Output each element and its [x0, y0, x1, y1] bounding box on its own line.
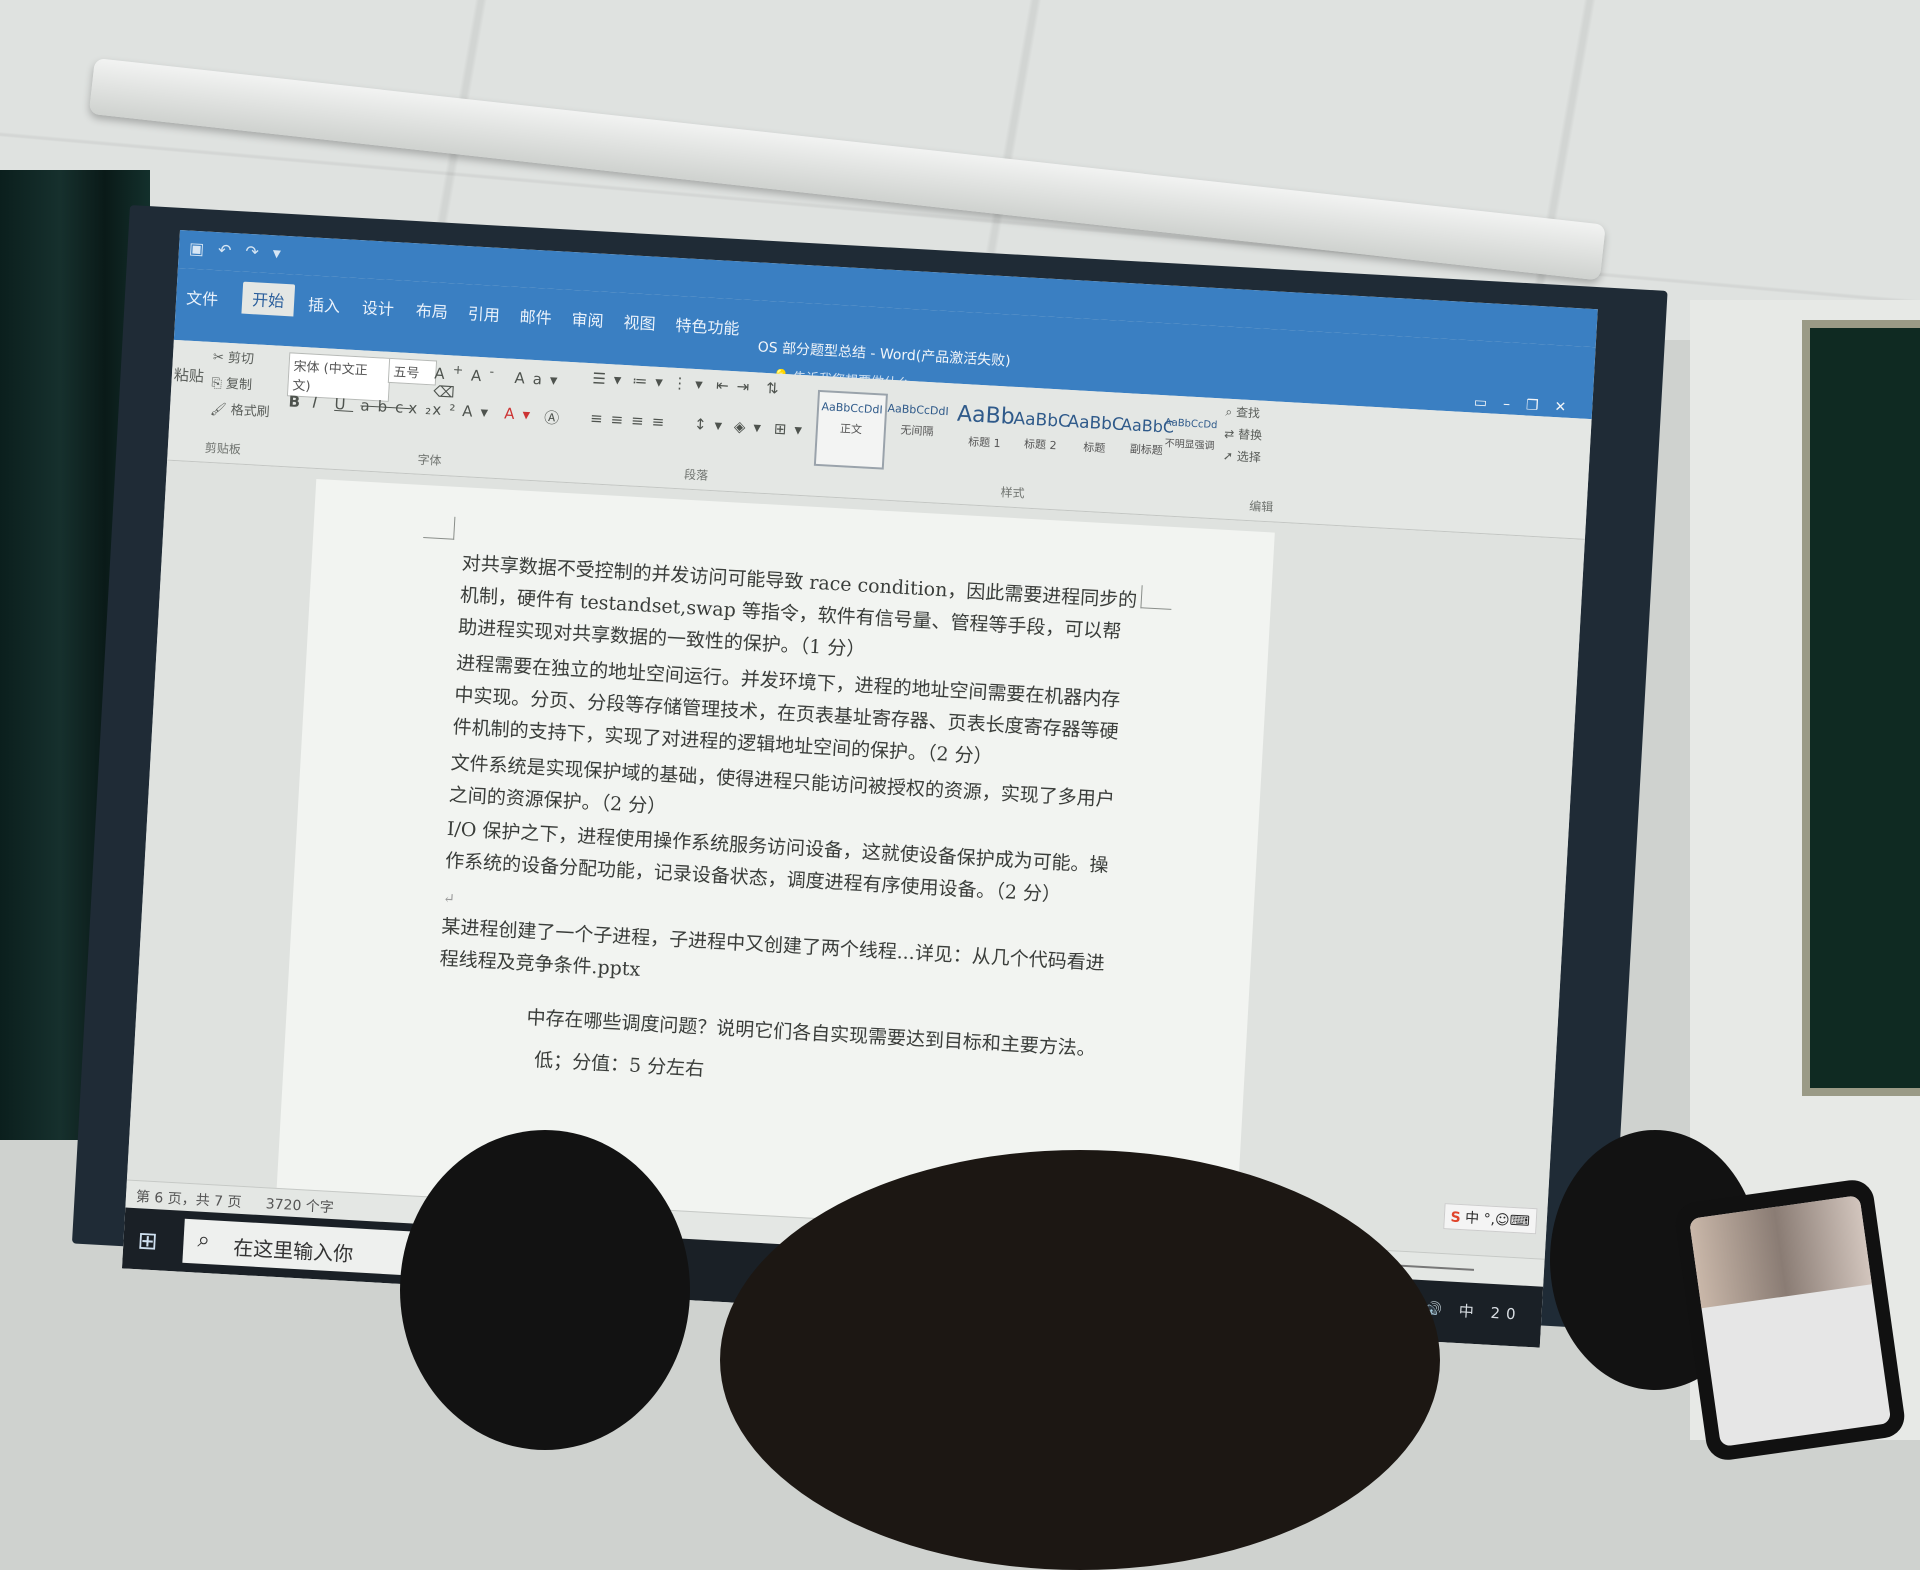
paste-button[interactable]: 粘贴 [173, 364, 204, 387]
cut-label: 剪切 [227, 350, 255, 368]
replace-icon: ⇄ [1223, 426, 1235, 442]
sort-icon[interactable]: ⇅ [766, 379, 788, 398]
format-painter-label: 格式刷 [230, 403, 271, 421]
cut-button[interactable]: ✂ 剪切 [213, 346, 255, 367]
redo-icon[interactable]: ↷ [245, 242, 273, 263]
paragraph-group: ☰▾ ≔▾ ⋮▾ ⇤⇥ ⇅ ≡≡≡≡ ↕▾ ◈▾ ⊞▾ 段落 [581, 363, 817, 496]
styles-group: AaBbCcDdI 正文 AaBbCcDdI 无间隔 AaBb 标题 1 AaB… [812, 376, 1218, 518]
brush-icon: 🖌 [209, 401, 227, 418]
style-subtle-emphasis[interactable]: AaBbCcDd 不明显强调 [1162, 409, 1218, 484]
minimize-icon[interactable]: – [1503, 396, 1527, 413]
format-painter-button[interactable]: 🖌 格式刷 [210, 398, 271, 420]
style-name: 无间隔 [900, 423, 934, 439]
windows-start-icon[interactable]: ⊞ [137, 1226, 159, 1255]
restore-icon[interactable]: ❐ [1526, 397, 1555, 415]
margin-mark-left [423, 515, 456, 540]
copy-icon: ⎘ [211, 376, 223, 392]
word-count[interactable]: 3720 个字 [265, 1193, 334, 1217]
clipboard-label: 剪贴板 [204, 440, 242, 457]
search-icon: ⌕ [196, 1227, 211, 1254]
sogou-icon: S [1450, 1209, 1462, 1227]
margin-mark-right [1140, 585, 1173, 610]
editing-label: 编辑 [1248, 499, 1274, 515]
word-window: ▣↶↷▾ 文件 开始 插入 设计 布局 引用 邮件 审阅 视图 特色功能 💡 告… [121, 230, 1598, 1348]
tray-clock: 20 [1490, 1303, 1523, 1324]
underline-icon[interactable]: U [334, 395, 354, 414]
font-size-select[interactable]: 五号 [387, 357, 438, 386]
find-button[interactable]: ⌕ 查找 [1225, 403, 1260, 422]
bold-icon[interactable]: B [288, 392, 308, 411]
text-effects-icon[interactable]: A▾ [462, 402, 497, 422]
style-preview: AaBbCcDdI [887, 401, 950, 419]
audience-head-left [400, 1130, 690, 1450]
close-icon[interactable]: ✕ [1554, 399, 1583, 417]
quick-access-toolbar[interactable]: ▣↶↷▾ [188, 239, 295, 264]
multilevel-list-icon[interactable]: ⋮▾ [672, 374, 711, 394]
copy-button[interactable]: ⎘ 复制 [211, 372, 253, 393]
select-label: 选择 [1236, 449, 1262, 465]
taskbar-search-placeholder: 在这里输入你 [232, 1235, 354, 1267]
tray-language: 中 [1458, 1302, 1481, 1322]
shading-icon[interactable]: ◈▾ [733, 417, 769, 437]
font-group: 宋体 (中文正文) 五号 A+A- Aa▾ ⌫ B I U abc x₂ x² … [279, 346, 585, 483]
phone-video-call [1688, 1195, 1872, 1309]
blackboard [1802, 320, 1920, 1096]
ribbon-display-icon[interactable]: ▭ [1473, 395, 1503, 413]
replace-button[interactable]: ⇄ 替换 [1224, 425, 1263, 444]
style-preview: AaBbCcDdI [821, 400, 884, 417]
indent-icon[interactable]: ⇤⇥ [716, 376, 758, 396]
clipboard-group: 粘贴 ✂ 剪切 ⎘ 复制 🖌 格式刷 剪贴板 [167, 340, 284, 466]
audience-head-center [720, 1150, 1440, 1570]
customize-icon[interactable]: ▾ [272, 243, 295, 263]
style-no-spacing[interactable]: AaBbCcDdI 无间隔 [882, 394, 952, 470]
superscript-icon[interactable]: x² [432, 400, 464, 420]
phone [1672, 1177, 1908, 1463]
style-name: 正文 [839, 422, 863, 437]
save-icon[interactable]: ▣ [188, 239, 218, 260]
ime-toolbar[interactable]: S 中 °,☺⌨ [1442, 1203, 1538, 1235]
strikethrough-icon[interactable]: abc [360, 396, 412, 417]
style-preview: AaBbCcDd [1164, 417, 1218, 432]
find-label: 查找 [1235, 405, 1261, 421]
ime-mode: 中 [1464, 1210, 1480, 1228]
editing-group: ⌕ 查找 ⇄ 替换 ➚ 选择 编辑 [1216, 398, 1313, 523]
char-border-icon[interactable]: Ⓐ [544, 407, 568, 429]
italic-icon[interactable]: I [312, 394, 325, 413]
borders-icon[interactable]: ⊞▾ [773, 419, 810, 439]
line-spacing-icon[interactable]: ↕▾ [693, 415, 730, 435]
replace-label: 替换 [1237, 427, 1263, 443]
scissors-icon: ✂ [212, 350, 225, 366]
document-area: 对共享数据不受控制的并发访问可能导致 race condition，因此需要进程… [126, 460, 1585, 1259]
style-name: 不明显强调 [1164, 438, 1215, 453]
numbering-icon[interactable]: ≔▾ [632, 371, 671, 391]
align-buttons[interactable]: ≡≡≡≡ [590, 409, 673, 432]
document-page[interactable]: 对共享数据不受控制的并发访问可能导致 race condition，因此需要进程… [276, 478, 1275, 1252]
style-normal[interactable]: AaBbCcDdI 正文 [813, 389, 888, 470]
copy-label: 复制 [225, 376, 253, 394]
cursor-icon: ➚ [1222, 448, 1234, 464]
bullets-icon[interactable]: ☰▾ [592, 369, 630, 389]
search-icon: ⌕ [1225, 404, 1233, 420]
undo-icon[interactable]: ↶ [218, 240, 246, 261]
font-color-icon[interactable]: A▾ [504, 404, 539, 424]
phone-screen [1688, 1195, 1892, 1447]
select-button[interactable]: ➚ 选择 [1223, 447, 1262, 466]
